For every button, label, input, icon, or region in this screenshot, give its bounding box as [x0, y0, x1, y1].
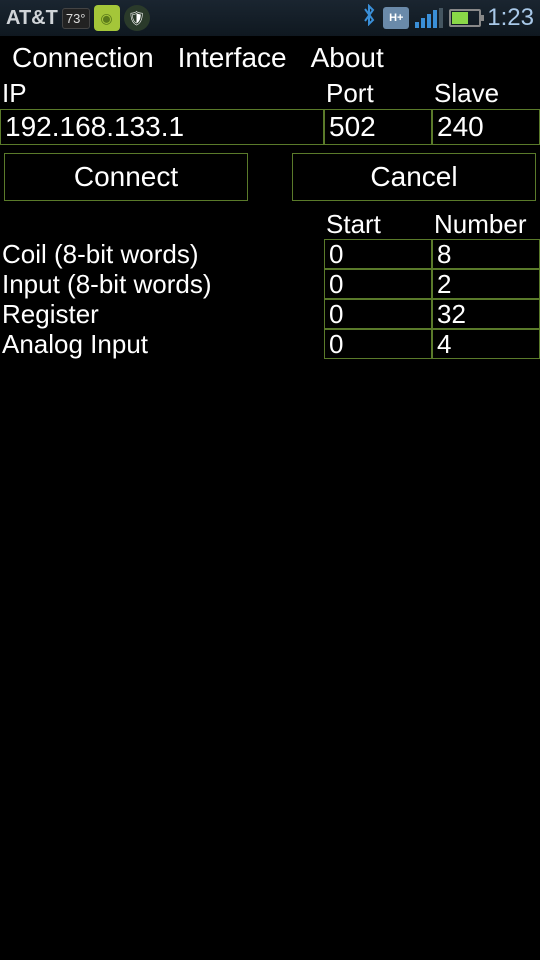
- status-left: AT&T 73°: [6, 5, 150, 31]
- temperature-icon: 73°: [62, 8, 90, 29]
- clock: 1:23: [487, 4, 534, 32]
- tab-interface[interactable]: Interface: [178, 42, 287, 74]
- slave-label: Slave: [432, 78, 540, 109]
- grid-table: Start Number 0 8 0 2 0 32 0 4: [324, 209, 540, 359]
- battery-icon: [449, 9, 481, 27]
- ip-input[interactable]: 192.168.133.1: [0, 109, 324, 145]
- grid-header-row: Start Number: [324, 209, 540, 239]
- analog-number-input[interactable]: 4: [432, 329, 540, 359]
- grid-row-labels: Coil (8-bit words) Input (8-bit words) R…: [0, 209, 324, 359]
- port-label: Port: [324, 78, 432, 109]
- signal-icon: [415, 8, 443, 28]
- bluetooth-icon: [361, 4, 377, 32]
- grid-header-spacer: [0, 209, 324, 239]
- register-number-input[interactable]: 32: [432, 299, 540, 329]
- shield-icon: [124, 5, 150, 31]
- connection-inputs-row: 192.168.133.1 502 240: [0, 109, 540, 145]
- button-row: Connect Cancel: [0, 145, 540, 209]
- table-row: 0 2: [324, 269, 540, 299]
- register-grid: Coil (8-bit words) Input (8-bit words) R…: [0, 209, 540, 359]
- register-start-input[interactable]: 0: [324, 299, 432, 329]
- tab-connection[interactable]: Connection: [12, 42, 154, 74]
- coil-number-input[interactable]: 8: [432, 239, 540, 269]
- row-label-coil: Coil (8-bit words): [0, 239, 324, 269]
- header-start: Start: [324, 209, 432, 239]
- input-number-input[interactable]: 2: [432, 269, 540, 299]
- tab-about[interactable]: About: [311, 42, 384, 74]
- cancel-button[interactable]: Cancel: [292, 153, 536, 201]
- row-label-register: Register: [0, 299, 324, 329]
- connection-labels-row: IP Port Slave: [0, 78, 540, 109]
- table-row: 0 8: [324, 239, 540, 269]
- coil-start-input[interactable]: 0: [324, 239, 432, 269]
- input-start-input[interactable]: 0: [324, 269, 432, 299]
- table-row: 0 4: [324, 329, 540, 359]
- android-icon: [94, 5, 120, 31]
- analog-start-input[interactable]: 0: [324, 329, 432, 359]
- status-right: H+ 1:23: [361, 4, 534, 32]
- tab-bar: Connection Interface About: [0, 36, 540, 78]
- network-type-icon: H+: [383, 7, 409, 29]
- table-row: 0 32: [324, 299, 540, 329]
- status-bar: AT&T 73° H+ 1:23: [0, 0, 540, 36]
- port-input[interactable]: 502: [324, 109, 432, 145]
- row-label-input: Input (8-bit words): [0, 269, 324, 299]
- ip-label: IP: [0, 78, 324, 109]
- header-number: Number: [432, 209, 540, 239]
- row-label-analog: Analog Input: [0, 329, 324, 359]
- connect-button[interactable]: Connect: [4, 153, 248, 201]
- slave-input[interactable]: 240: [432, 109, 540, 145]
- carrier-label: AT&T: [6, 7, 58, 30]
